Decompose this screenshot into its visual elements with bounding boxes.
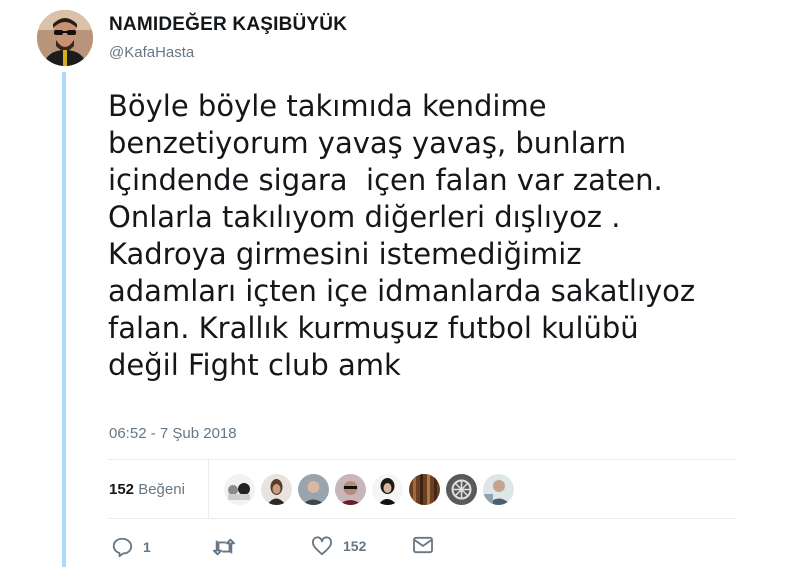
thread-line bbox=[62, 72, 66, 567]
stats-divider-vertical bbox=[208, 460, 209, 518]
tweet-text-line: benzetiyorum yavaş yavaş, bunlarn bbox=[108, 126, 627, 160]
envelope-icon bbox=[413, 536, 433, 554]
tweet-text-line: içindende sigara içen falan var zaten. bbox=[108, 163, 663, 197]
heart-icon bbox=[311, 536, 332, 556]
tweet-text-line: Böyle böyle takımıda kendime bbox=[108, 89, 547, 123]
liker-avatar[interactable] bbox=[409, 474, 440, 505]
liker-avatar[interactable] bbox=[335, 474, 366, 505]
author-name[interactable]: NAMIDEĞER KAŞIBÜYÜK bbox=[109, 14, 347, 36]
reply-count: 1 bbox=[143, 539, 151, 555]
tweet-actions: 1 152 bbox=[108, 536, 628, 562]
stats-divider-top bbox=[108, 459, 736, 460]
tweet-text: Böyle böyle takımıda kendime benzetiyoru… bbox=[108, 88, 768, 384]
liker-avatar[interactable] bbox=[372, 474, 403, 505]
liker-avatar[interactable] bbox=[224, 474, 255, 505]
liker-avatar[interactable] bbox=[483, 474, 514, 505]
reply-icon bbox=[112, 537, 133, 558]
tweet-text-line: Kadroya girmesini istemediğimiz bbox=[108, 237, 582, 271]
retweet-button[interactable] bbox=[212, 536, 236, 558]
liker-avatars bbox=[224, 474, 514, 506]
tweet-text-line: değil Fight club amk bbox=[108, 348, 401, 382]
reply-button[interactable]: 1 bbox=[111, 536, 151, 558]
likes-label: Beğeni bbox=[138, 481, 185, 498]
author-avatar[interactable] bbox=[37, 10, 93, 66]
author-handle[interactable]: @KafaHasta bbox=[109, 44, 194, 61]
tweet-timestamp[interactable]: 06:52 - 7 Şub 2018 bbox=[109, 425, 237, 442]
like-button[interactable]: 152 bbox=[311, 536, 366, 556]
likes-count: 152 bbox=[109, 481, 135, 498]
tweet-text-line: Onlarla takılıyom diğerleri dışlıyoz . bbox=[108, 200, 621, 234]
tweet-text-line: falan. Krallık kurmuşuz futbol kulübü bbox=[108, 311, 639, 345]
direct-message-button[interactable] bbox=[412, 536, 434, 554]
like-count: 152 bbox=[343, 538, 367, 554]
tweet-text-line: adamları içten içe idmanlarda sakatlıyoz bbox=[108, 274, 696, 308]
likes-stat[interactable]: 152 Beğeni bbox=[109, 481, 185, 498]
liker-avatar[interactable] bbox=[261, 474, 292, 505]
stats-divider-bottom bbox=[108, 518, 736, 519]
liker-avatar[interactable] bbox=[298, 474, 329, 505]
retweet-icon bbox=[213, 538, 235, 556]
liker-avatar[interactable] bbox=[446, 474, 477, 505]
